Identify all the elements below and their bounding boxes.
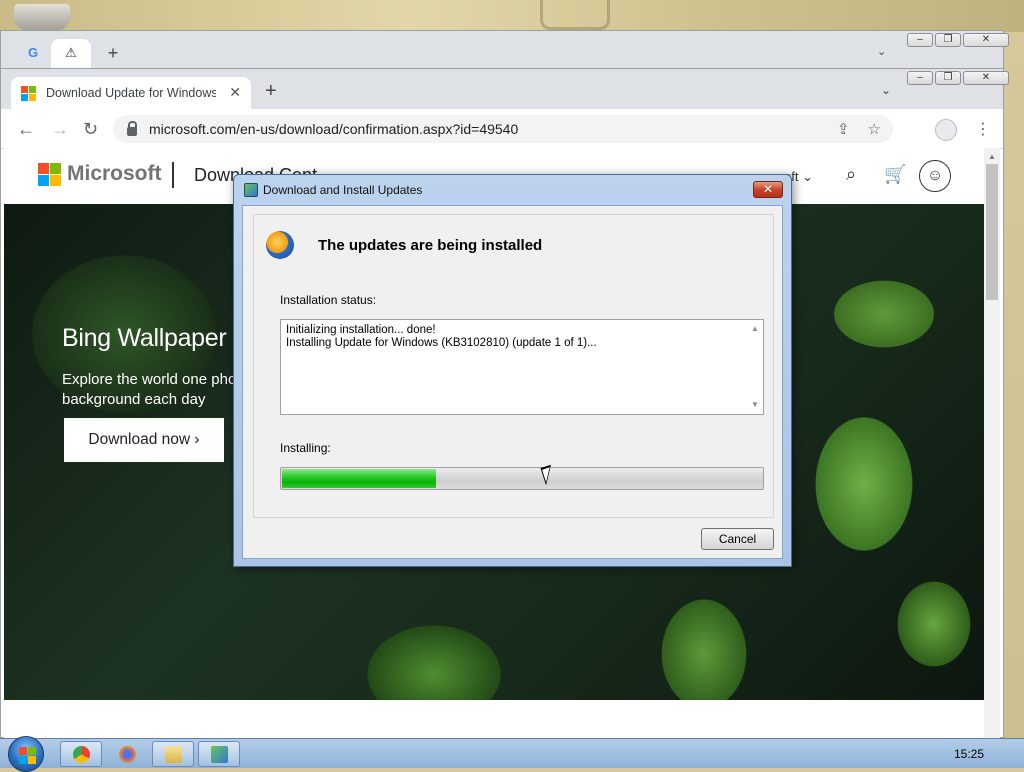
lock-icon[interactable] (127, 120, 137, 136)
chevron-right-icon: › (194, 431, 200, 448)
wallpaper-shape (540, 0, 610, 30)
header-divider (172, 162, 174, 188)
close-tab-icon[interactable]: ✕ (229, 84, 241, 101)
taskbar-windows-update[interactable] (198, 741, 240, 767)
minimize-button[interactable]: – (907, 33, 933, 47)
scroll-down-icon[interactable]: ▼ (751, 400, 759, 409)
download-install-dialog: Download and Install Updates ✕ The updat… (233, 174, 792, 567)
url-text[interactable]: microsoft.com/en-us/download/confirmatio… (149, 121, 518, 137)
account-icon[interactable]: ☺ (919, 160, 951, 192)
tab-download-update[interactable]: Download Update for Windows ✕ (11, 77, 251, 109)
window-controls: – ❐ ✕ (907, 71, 1009, 85)
close-button[interactable]: ✕ (963, 71, 1009, 85)
background-browser-window[interactable]: G ⚠ + ⌄ – ❐ ✕ (0, 30, 1009, 71)
windows-update-icon (211, 746, 228, 763)
taskbar-chrome[interactable] (60, 741, 102, 767)
progress-fill (282, 469, 437, 488)
chrome-icon (73, 746, 90, 763)
windows-update-icon (244, 183, 258, 197)
back-window-controls: – ❐ ✕ (907, 33, 1009, 47)
folder-icon (165, 746, 182, 763)
download-now-button[interactable]: Download now › (64, 418, 224, 462)
address-bar[interactable]: microsoft.com/en-us/download/confirmatio… (113, 115, 893, 143)
hero-title: Bing Wallpaper (62, 324, 227, 352)
recycle-bin-icon[interactable] (14, 4, 70, 30)
cart-icon[interactable]: 🛒 (884, 164, 906, 185)
share-icon[interactable]: ⇪ (837, 120, 850, 138)
microsoft-favicon-icon (21, 85, 36, 101)
hero-description-line2: background each day (62, 391, 206, 408)
status-line: Installing Update for Windows (KB3102810… (286, 337, 597, 349)
microsoft-logo-icon (38, 162, 61, 186)
windows-logo-icon (19, 747, 27, 755)
taskbar-explorer[interactable] (152, 741, 194, 767)
hero-description: Explore the world one pho background eac… (62, 370, 252, 410)
tab-search-icon[interactable]: ⌄ (877, 45, 886, 58)
desktop-wallpaper (0, 0, 1024, 32)
installing-label: Installing: (280, 441, 331, 455)
brand-name: Microsoft (67, 162, 162, 185)
dialog-body: The updates are being installed Installa… (242, 205, 783, 559)
bookmark-star-icon[interactable]: ☆ (868, 120, 881, 138)
installation-status-label: Installation status: (280, 293, 377, 307)
dialog-close-button[interactable]: ✕ (753, 181, 783, 198)
close-button[interactable]: ✕ (963, 33, 1009, 47)
maximize-button[interactable]: ❐ (935, 71, 961, 85)
windows-logo-icon (19, 756, 27, 764)
windows-logo-icon (28, 747, 36, 755)
status-scrollbar[interactable]: ▲ ▼ (747, 320, 763, 414)
tab-search-icon[interactable]: ⌄ (881, 83, 891, 97)
dialog-panel: The updates are being installed Installa… (253, 214, 774, 518)
scroll-up-icon[interactable]: ▲ (751, 324, 759, 333)
taskbar: 15:25 (0, 736, 1024, 772)
new-tab-button[interactable]: + (265, 81, 277, 101)
search-icon[interactable]: ⌕ (846, 164, 856, 185)
google-icon[interactable]: G (25, 45, 41, 61)
tab-strip: Download Update for Windows ✕ + ⌄ – ❐ ✕ (1, 69, 1009, 109)
back-arrow-icon[interactable]: ← (17, 120, 35, 138)
update-globe-icon (266, 231, 294, 259)
start-button[interactable] (8, 736, 44, 772)
menu-kebab-icon[interactable]: ⋮ (975, 119, 991, 139)
scrollbar-thumb[interactable] (986, 164, 998, 300)
reload-icon[interactable]: ↻ (83, 120, 98, 138)
minimize-button[interactable]: – (907, 71, 933, 85)
status-line: Initializing installation... done! (286, 324, 436, 336)
windows-logo-icon (28, 756, 36, 764)
cancel-button[interactable]: Cancel (701, 528, 774, 550)
install-progress-bar (280, 467, 764, 490)
profile-avatar-icon[interactable] (935, 119, 957, 141)
warning-triangle-icon[interactable]: ⚠ (63, 45, 79, 61)
address-bar-actions: ⇪ ☆ (837, 120, 881, 138)
microsoft-logo[interactable]: Microsoft (38, 162, 162, 186)
installation-status-box[interactable]: Initializing installation... done! Insta… (280, 319, 764, 415)
firefox-icon (119, 746, 136, 763)
dialog-heading: The updates are being installed (318, 237, 543, 254)
hero-description-line1: Explore the world one pho (62, 371, 237, 388)
maximize-button[interactable]: ❐ (935, 33, 961, 47)
forward-arrow-icon[interactable]: → (51, 120, 69, 138)
page-scrollbar[interactable]: ▲ (984, 148, 1000, 738)
system-clock[interactable]: 15:25 (954, 747, 984, 761)
scroll-up-icon[interactable]: ▲ (988, 152, 996, 161)
download-now-label: Download now (88, 431, 191, 448)
tab-title: Download Update for Windows (46, 86, 216, 100)
dialog-title: Download and Install Updates (263, 183, 423, 197)
taskbar-firefox[interactable] (106, 741, 148, 767)
new-tab-button[interactable]: + (105, 44, 121, 62)
browser-toolbar: ← → ↻ microsoft.com/en-us/download/confi… (1, 109, 1003, 149)
